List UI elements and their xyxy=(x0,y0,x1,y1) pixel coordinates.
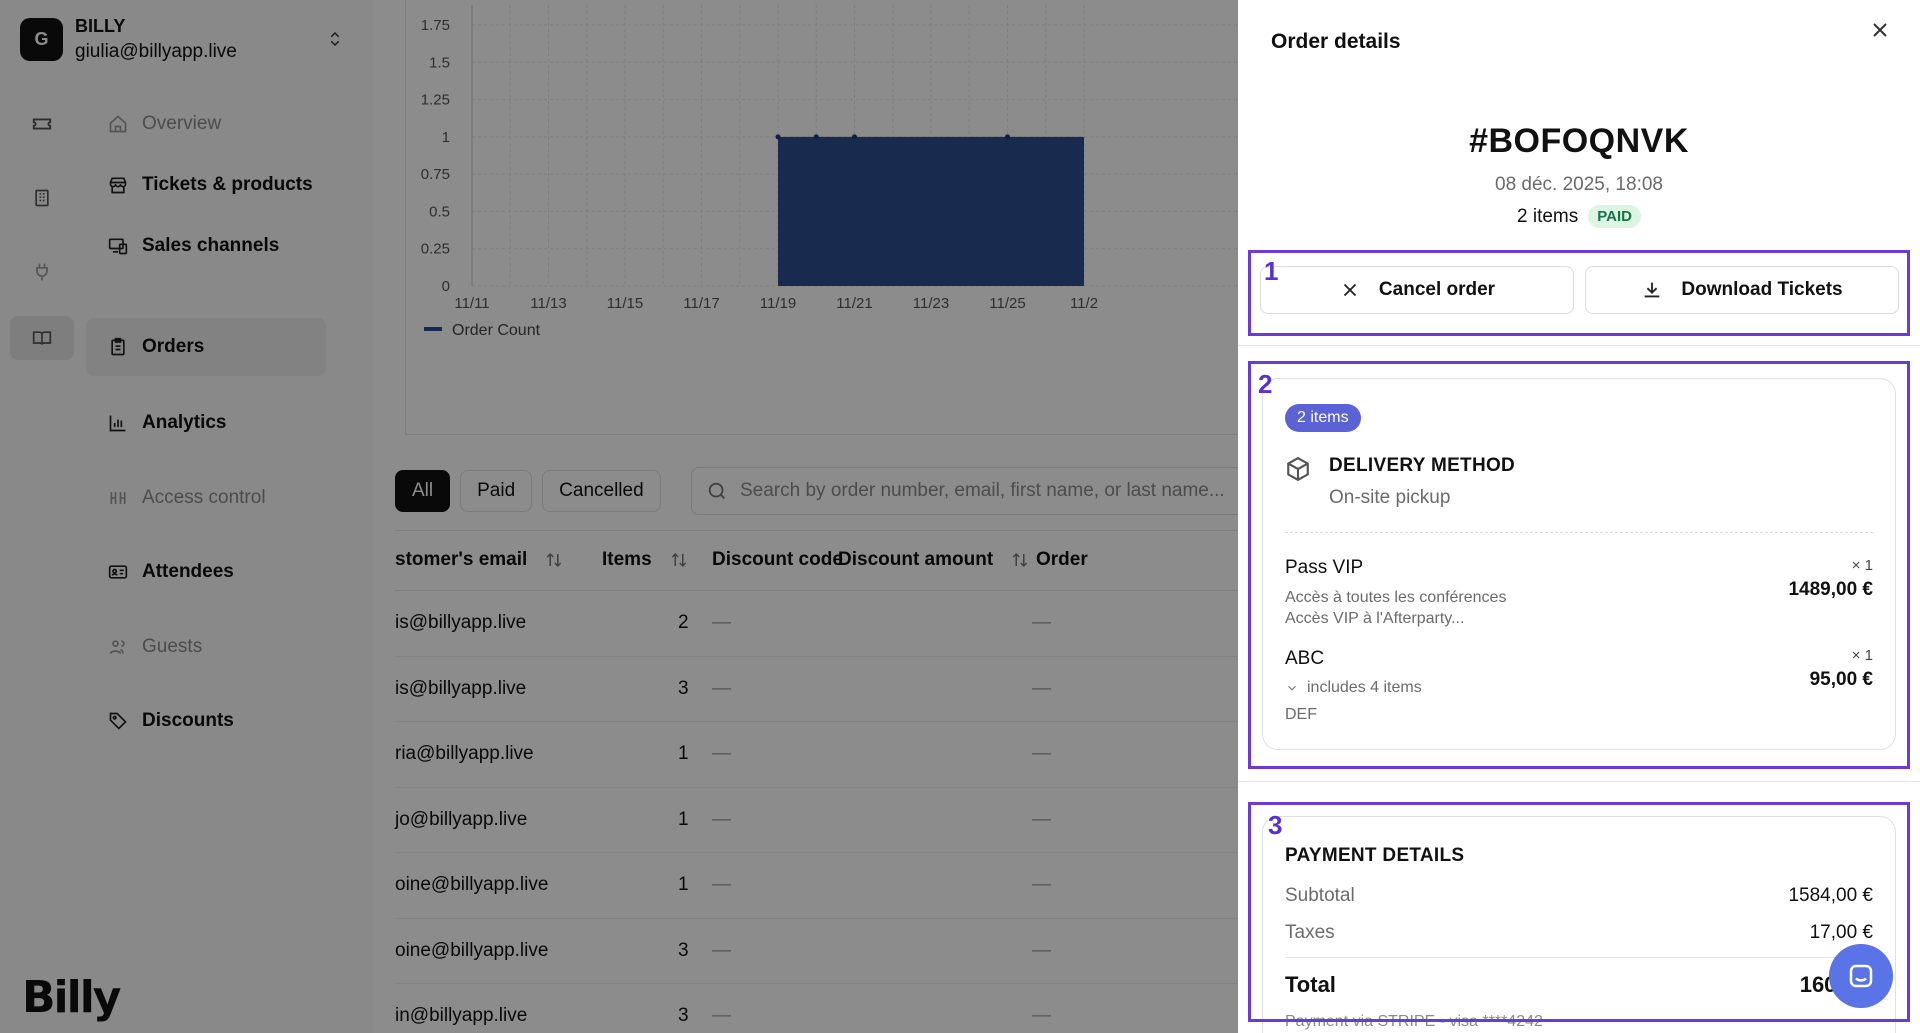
divider xyxy=(1238,345,1920,346)
divider xyxy=(1238,781,1920,782)
order-date: 08 déc. 2025, 18:08 xyxy=(1495,174,1663,195)
highlight-label-2: 2 xyxy=(1258,369,1273,399)
highlight-box-2 xyxy=(1248,361,1910,769)
status-badge: PAID xyxy=(1588,205,1641,228)
chat-icon xyxy=(1849,964,1873,988)
modal-overlay[interactable] xyxy=(0,0,1238,1033)
order-details-drawer: Order details #BOFOQNVK 08 déc. 2025, 18… xyxy=(1238,0,1920,1033)
drawer-title: Order details xyxy=(1271,30,1401,53)
highlight-label-3: 3 xyxy=(1268,810,1283,840)
order-items-count: 2 items xyxy=(1517,205,1579,227)
highlight-label-1: 1 xyxy=(1264,256,1279,286)
order-meta: 2 items PAID xyxy=(1238,205,1920,228)
highlight-box-3 xyxy=(1248,802,1910,1022)
close-icon[interactable] xyxy=(1868,18,1892,42)
chat-launcher-button[interactable] xyxy=(1829,944,1893,1008)
order-number: #BOFOQNVK xyxy=(1469,122,1689,160)
highlight-box-1 xyxy=(1248,250,1910,336)
